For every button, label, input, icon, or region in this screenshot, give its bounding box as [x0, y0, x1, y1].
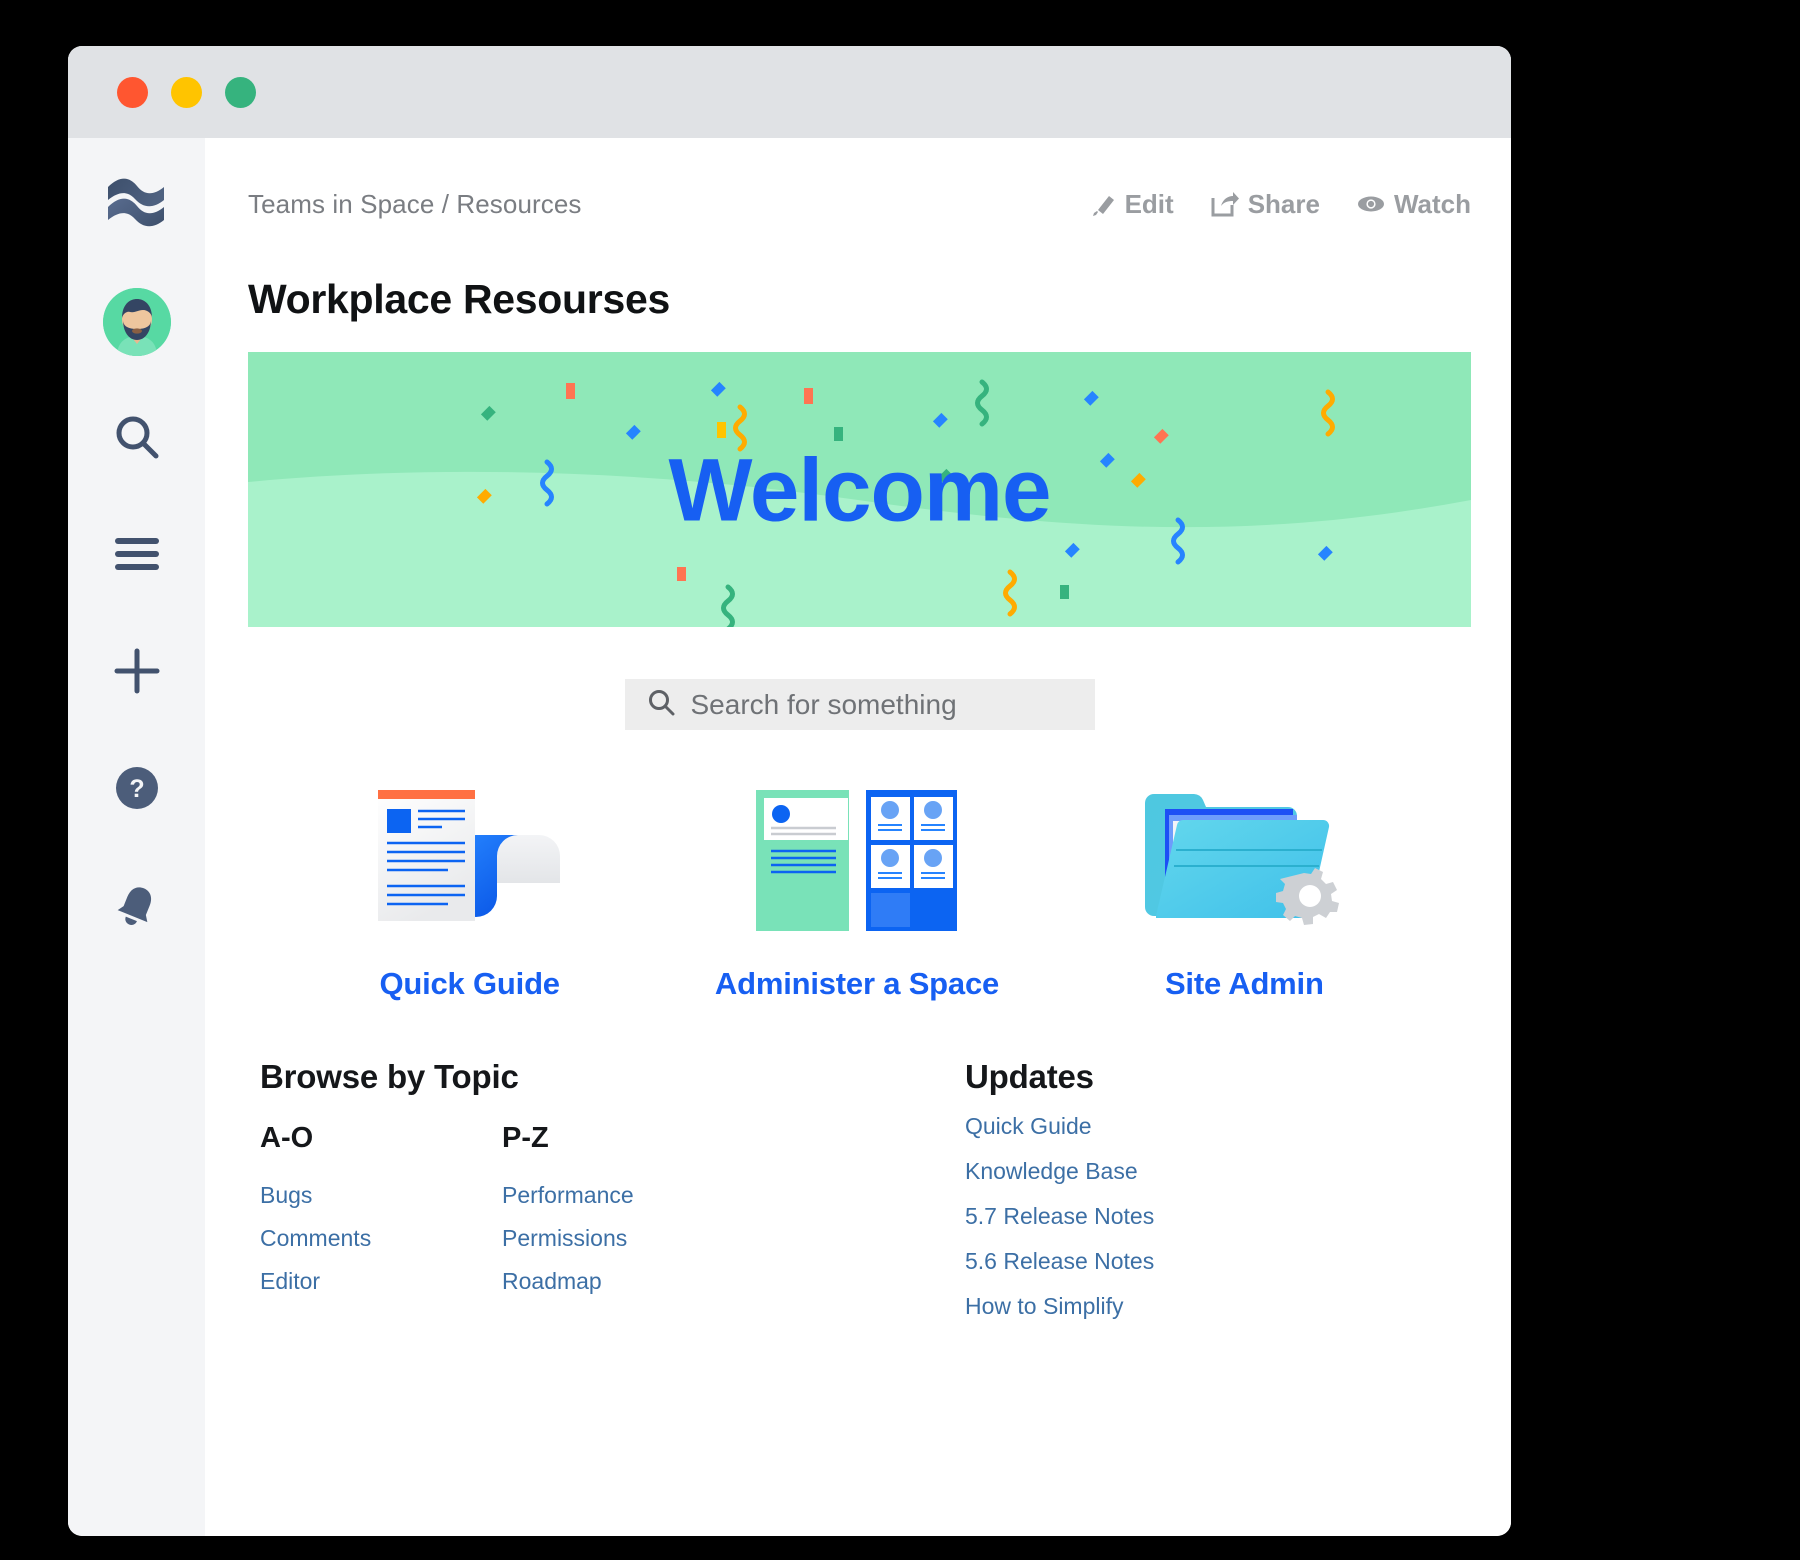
minimize-window-button[interactable]: [171, 77, 202, 108]
update-link[interactable]: Knowledge Base: [965, 1158, 1154, 1185]
confluence-logo-icon: [106, 175, 168, 238]
svg-text:?: ?: [129, 775, 144, 803]
window-titlebar: [68, 46, 1511, 138]
browse-column-heading: A-O: [260, 1122, 502, 1155]
card-label: Administer a Space: [715, 966, 999, 1002]
watch-label: Watch: [1394, 189, 1471, 220]
sidebar-item-notifications[interactable]: [101, 871, 173, 943]
share-button[interactable]: Share: [1211, 189, 1320, 220]
browse-column-p-z: P-Z Performance Permissions Roadmap: [502, 1122, 744, 1311]
global-sidebar: ?: [68, 138, 205, 1536]
plus-icon: [114, 648, 160, 699]
breadcrumb[interactable]: Teams in Space / Resources: [248, 189, 582, 220]
updates-section: Updates Quick Guide Knowledge Base 5.7 R…: [965, 1058, 1154, 1338]
card-quick-guide[interactable]: Quick Guide: [276, 778, 663, 1002]
space-panels-illustration: [754, 778, 959, 933]
sidebar-item-confluence-logo[interactable]: [101, 170, 173, 242]
update-link[interactable]: Quick Guide: [965, 1113, 1154, 1140]
sidebar-item-create[interactable]: [101, 637, 173, 709]
browse-column-a-o: A-O Bugs Comments Editor: [260, 1122, 502, 1311]
help-circle-icon: ?: [115, 766, 159, 815]
close-window-button[interactable]: [117, 77, 148, 108]
pencil-icon: [1090, 191, 1116, 217]
browser-window: ? Teams in Space / Resources: [68, 46, 1511, 1536]
update-link[interactable]: 5.6 Release Notes: [965, 1248, 1154, 1275]
page-actions: Edit Share: [1090, 189, 1471, 220]
search-input[interactable]: Search for something: [625, 679, 1095, 730]
share-icon: [1211, 191, 1239, 217]
bell-icon: [113, 881, 161, 934]
sidebar-item-help[interactable]: ?: [101, 754, 173, 826]
browse-title: Browse by Topic: [260, 1058, 965, 1096]
sidebar-item-search[interactable]: [101, 403, 173, 475]
edit-label: Edit: [1125, 189, 1174, 220]
avatar: [103, 288, 171, 356]
content-topbar: Teams in Space / Resources Edit: [248, 186, 1471, 222]
search-placeholder: Search for something: [691, 689, 957, 721]
share-label: Share: [1248, 189, 1320, 220]
hamburger-menu-icon: [115, 537, 159, 576]
card-administer-a-space[interactable]: Administer a Space: [663, 778, 1050, 1002]
topic-link[interactable]: Performance: [502, 1182, 744, 1209]
updates-title: Updates: [965, 1058, 1154, 1096]
search-area: Search for something: [248, 679, 1471, 730]
browse-column-heading: P-Z: [502, 1122, 744, 1155]
card-label: Quick Guide: [379, 966, 559, 1002]
update-link[interactable]: How to Simplify: [965, 1293, 1154, 1320]
browse-by-topic-section: Browse by Topic A-O Bugs Comments Editor…: [260, 1058, 965, 1338]
update-link[interactable]: 5.7 Release Notes: [965, 1203, 1154, 1230]
topic-link[interactable]: Bugs: [260, 1182, 502, 1209]
topic-link[interactable]: Permissions: [502, 1225, 744, 1252]
sidebar-item-menu[interactable]: [101, 520, 173, 592]
topic-link[interactable]: Editor: [260, 1268, 502, 1295]
maximize-window-button[interactable]: [225, 77, 256, 108]
watch-button[interactable]: Watch: [1357, 189, 1471, 220]
banner-title: Welcome: [248, 445, 1471, 534]
eye-icon: [1357, 194, 1385, 214]
welcome-banner: Welcome: [248, 352, 1471, 627]
quick-links-row: Quick Guide: [248, 778, 1471, 1002]
edit-button[interactable]: Edit: [1090, 189, 1174, 220]
sidebar-item-profile[interactable]: [101, 286, 173, 358]
folder-with-gear-illustration: [1144, 778, 1344, 933]
main-content: Teams in Space / Resources Edit: [205, 138, 1511, 1536]
lower-sections: Browse by Topic A-O Bugs Comments Editor…: [248, 1058, 1471, 1338]
document-with-bookmark-illustration: [370, 778, 570, 933]
page-title: Workplace Resourses: [248, 276, 1471, 323]
card-label: Site Admin: [1165, 966, 1324, 1002]
search-icon: [647, 688, 675, 721]
topic-link[interactable]: Roadmap: [502, 1268, 744, 1295]
card-site-admin[interactable]: Site Admin: [1051, 778, 1438, 1002]
topic-link[interactable]: Comments: [260, 1225, 502, 1252]
search-icon: [114, 414, 160, 465]
